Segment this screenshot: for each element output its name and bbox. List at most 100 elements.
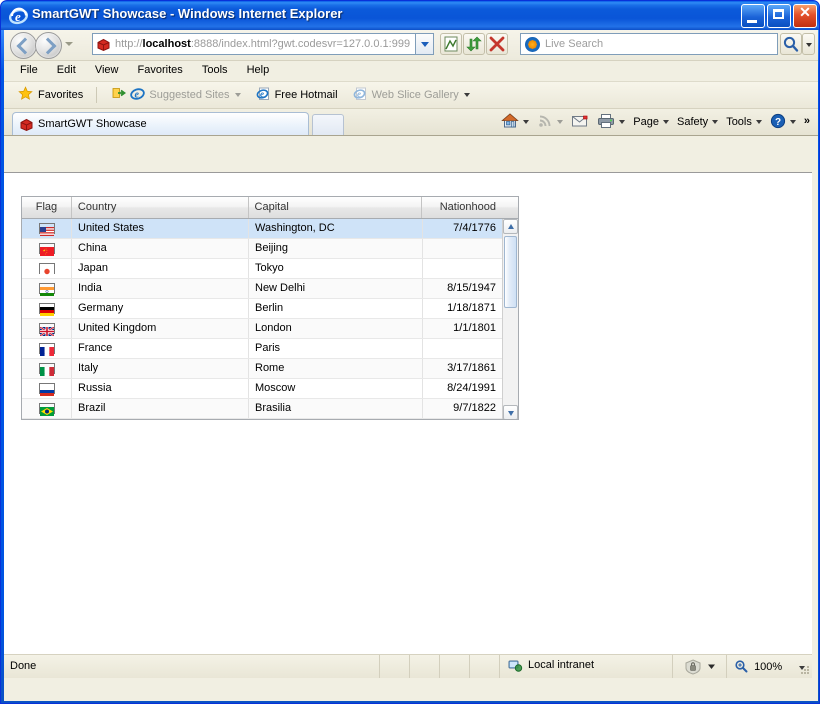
tab-smartgwt-showcase[interactable]: SmartGWT Showcase (12, 112, 309, 135)
feeds-button[interactable] (533, 111, 567, 133)
feeds-dropdown-icon[interactable] (557, 120, 564, 124)
column-header-country[interactable]: Country (72, 197, 249, 218)
search-button[interactable] (780, 33, 802, 55)
page-menu-button[interactable]: Page (629, 111, 673, 133)
print-button[interactable] (593, 111, 629, 133)
tools-dropdown-icon[interactable] (755, 120, 762, 124)
scrollbar-thumb[interactable] (504, 236, 517, 308)
flag-jp-icon (38, 262, 55, 276)
column-header-nationhood[interactable]: Nationhood (422, 197, 503, 218)
menu-view[interactable]: View (87, 61, 127, 78)
home-dropdown-icon[interactable] (523, 120, 530, 124)
page-dropdown-icon[interactable] (663, 120, 669, 124)
flag-it-icon (38, 362, 55, 376)
cell-country: India (72, 279, 249, 298)
address-text: http://localhost:8888/index.html?gwt.cod… (115, 38, 410, 50)
table-row[interactable]: India New Delhi 8/15/1947 (22, 279, 503, 299)
cell-country: United States (72, 219, 249, 238)
tools-menu-button[interactable]: Tools (722, 111, 766, 133)
status-divider-2 (409, 655, 410, 678)
command-bar-overflow[interactable]: » (800, 109, 814, 132)
close-button[interactable] (793, 4, 817, 28)
browser-window: e SmartGWT Showcase - Windows Internet E… (0, 0, 820, 704)
chevron-down-icon-2[interactable] (463, 93, 470, 97)
refresh-button[interactable] (463, 33, 485, 55)
address-bar[interactable]: http://localhost:8888/index.html?gwt.cod… (92, 33, 434, 55)
protected-mode-indicator[interactable] (684, 658, 722, 675)
cell-nationhood (423, 259, 503, 278)
favorites-button[interactable]: Favorites (12, 82, 89, 108)
security-zone[interactable]: Local intranet (508, 659, 595, 672)
safety-menu-button[interactable]: Safety (673, 111, 722, 133)
flag-in-icon (38, 282, 55, 296)
table-row[interactable]: Japan Tokyo (22, 259, 503, 279)
web-slice-gallery-button[interactable]: e Web Slice Gallery (347, 82, 476, 108)
cell-nationhood: 8/15/1947 (447, 282, 496, 294)
status-divider-1 (379, 655, 380, 678)
column-header-capital[interactable]: Capital (249, 197, 423, 218)
back-button[interactable] (10, 32, 37, 59)
home-button[interactable] (497, 111, 533, 133)
menu-help[interactable]: Help (239, 61, 278, 78)
forward-button[interactable] (35, 32, 62, 59)
svg-text:?: ? (775, 117, 781, 128)
title-bar: e SmartGWT Showcase - Windows Internet E… (1, 1, 819, 30)
safety-dropdown-icon[interactable] (712, 120, 719, 124)
url-rest: :8888/index.html?gwt.codesvr=127.0.0.1:9… (190, 38, 411, 50)
cell-flag (22, 359, 72, 378)
ie-page-icon-2: e (353, 86, 368, 104)
menu-edit[interactable]: Edit (49, 61, 84, 78)
table-row[interactable]: Russia Moscow 8/24/1991 (22, 379, 503, 399)
new-tab-button[interactable] (312, 114, 344, 135)
table-row[interactable]: Italy Rome 3/17/1861 (22, 359, 503, 379)
recent-pages-dropdown-icon[interactable] (65, 42, 73, 46)
resize-grip[interactable] (798, 664, 810, 676)
table-row[interactable]: ★ ★ ★ ★ ★ China Beijing (22, 239, 503, 259)
cell-country: Japan (72, 259, 249, 278)
table-row[interactable]: Germany Berlin 1/18/1871 (22, 299, 503, 319)
help-menu-button[interactable]: ? (766, 111, 800, 133)
cell-nationhood: 1/18/1871 (447, 302, 496, 314)
zoom-control[interactable]: 100% (734, 659, 806, 676)
page-content: Flag Country Capital Nationhood United S… (4, 172, 812, 678)
menu-favorites[interactable]: Favorites (130, 61, 191, 78)
mail-button[interactable] (567, 111, 593, 133)
help-dropdown-icon[interactable] (789, 120, 796, 124)
chevron-down-icon[interactable] (234, 93, 241, 97)
cell-nationhood: 3/17/1861 (447, 362, 496, 374)
maximize-button[interactable] (767, 4, 791, 28)
table-row[interactable]: France Paris (22, 339, 503, 359)
free-hotmail-button[interactable]: e Free Hotmail (250, 82, 344, 108)
country-list-grid[interactable]: Flag Country Capital Nationhood United S… (21, 196, 519, 420)
suggested-sites-button[interactable]: e Suggested Sites (105, 82, 246, 108)
grid-vertical-scrollbar[interactable] (502, 219, 518, 419)
cell-flag (22, 259, 72, 278)
column-header-flag[interactable]: Flag (22, 197, 72, 218)
cell-capital: Beijing (249, 239, 423, 258)
menu-tools[interactable]: Tools (194, 61, 236, 78)
cell-flag: ★ ★ ★ ★ ★ (22, 239, 72, 258)
cell-capital: Tokyo (249, 259, 423, 278)
scroll-down-button[interactable] (503, 405, 518, 419)
bing-icon (525, 37, 540, 52)
search-provider-dropdown[interactable] (802, 33, 815, 55)
menu-file[interactable]: File (12, 61, 46, 78)
scroll-up-button[interactable] (503, 219, 518, 234)
print-icon (597, 113, 615, 132)
stop-button[interactable] (486, 33, 508, 55)
navigation-bar: http://localhost:8888/index.html?gwt.cod… (4, 30, 818, 61)
table-row[interactable]: Brazil Brasilia 9/7/1822 (22, 399, 503, 419)
cell-flag (22, 279, 72, 298)
table-row[interactable]: United States Washington, DC 7/4/1776 (22, 219, 503, 239)
search-box[interactable]: Live Search (520, 33, 778, 55)
address-dropdown-icon[interactable] (415, 34, 433, 54)
cell-nationhood (423, 339, 503, 358)
cell-capital: Washington, DC (249, 219, 423, 238)
minimize-button[interactable] (741, 4, 765, 28)
print-dropdown-icon[interactable] (619, 120, 626, 124)
ie-small-icon: e (130, 86, 146, 104)
security-zone-label: Local intranet (528, 659, 595, 671)
table-row[interactable]: United Kingdom London 1/1/1801 (22, 319, 503, 339)
flag-cn-icon: ★ ★ ★ ★ ★ (38, 242, 55, 256)
compatibility-view-button[interactable] (440, 33, 462, 55)
